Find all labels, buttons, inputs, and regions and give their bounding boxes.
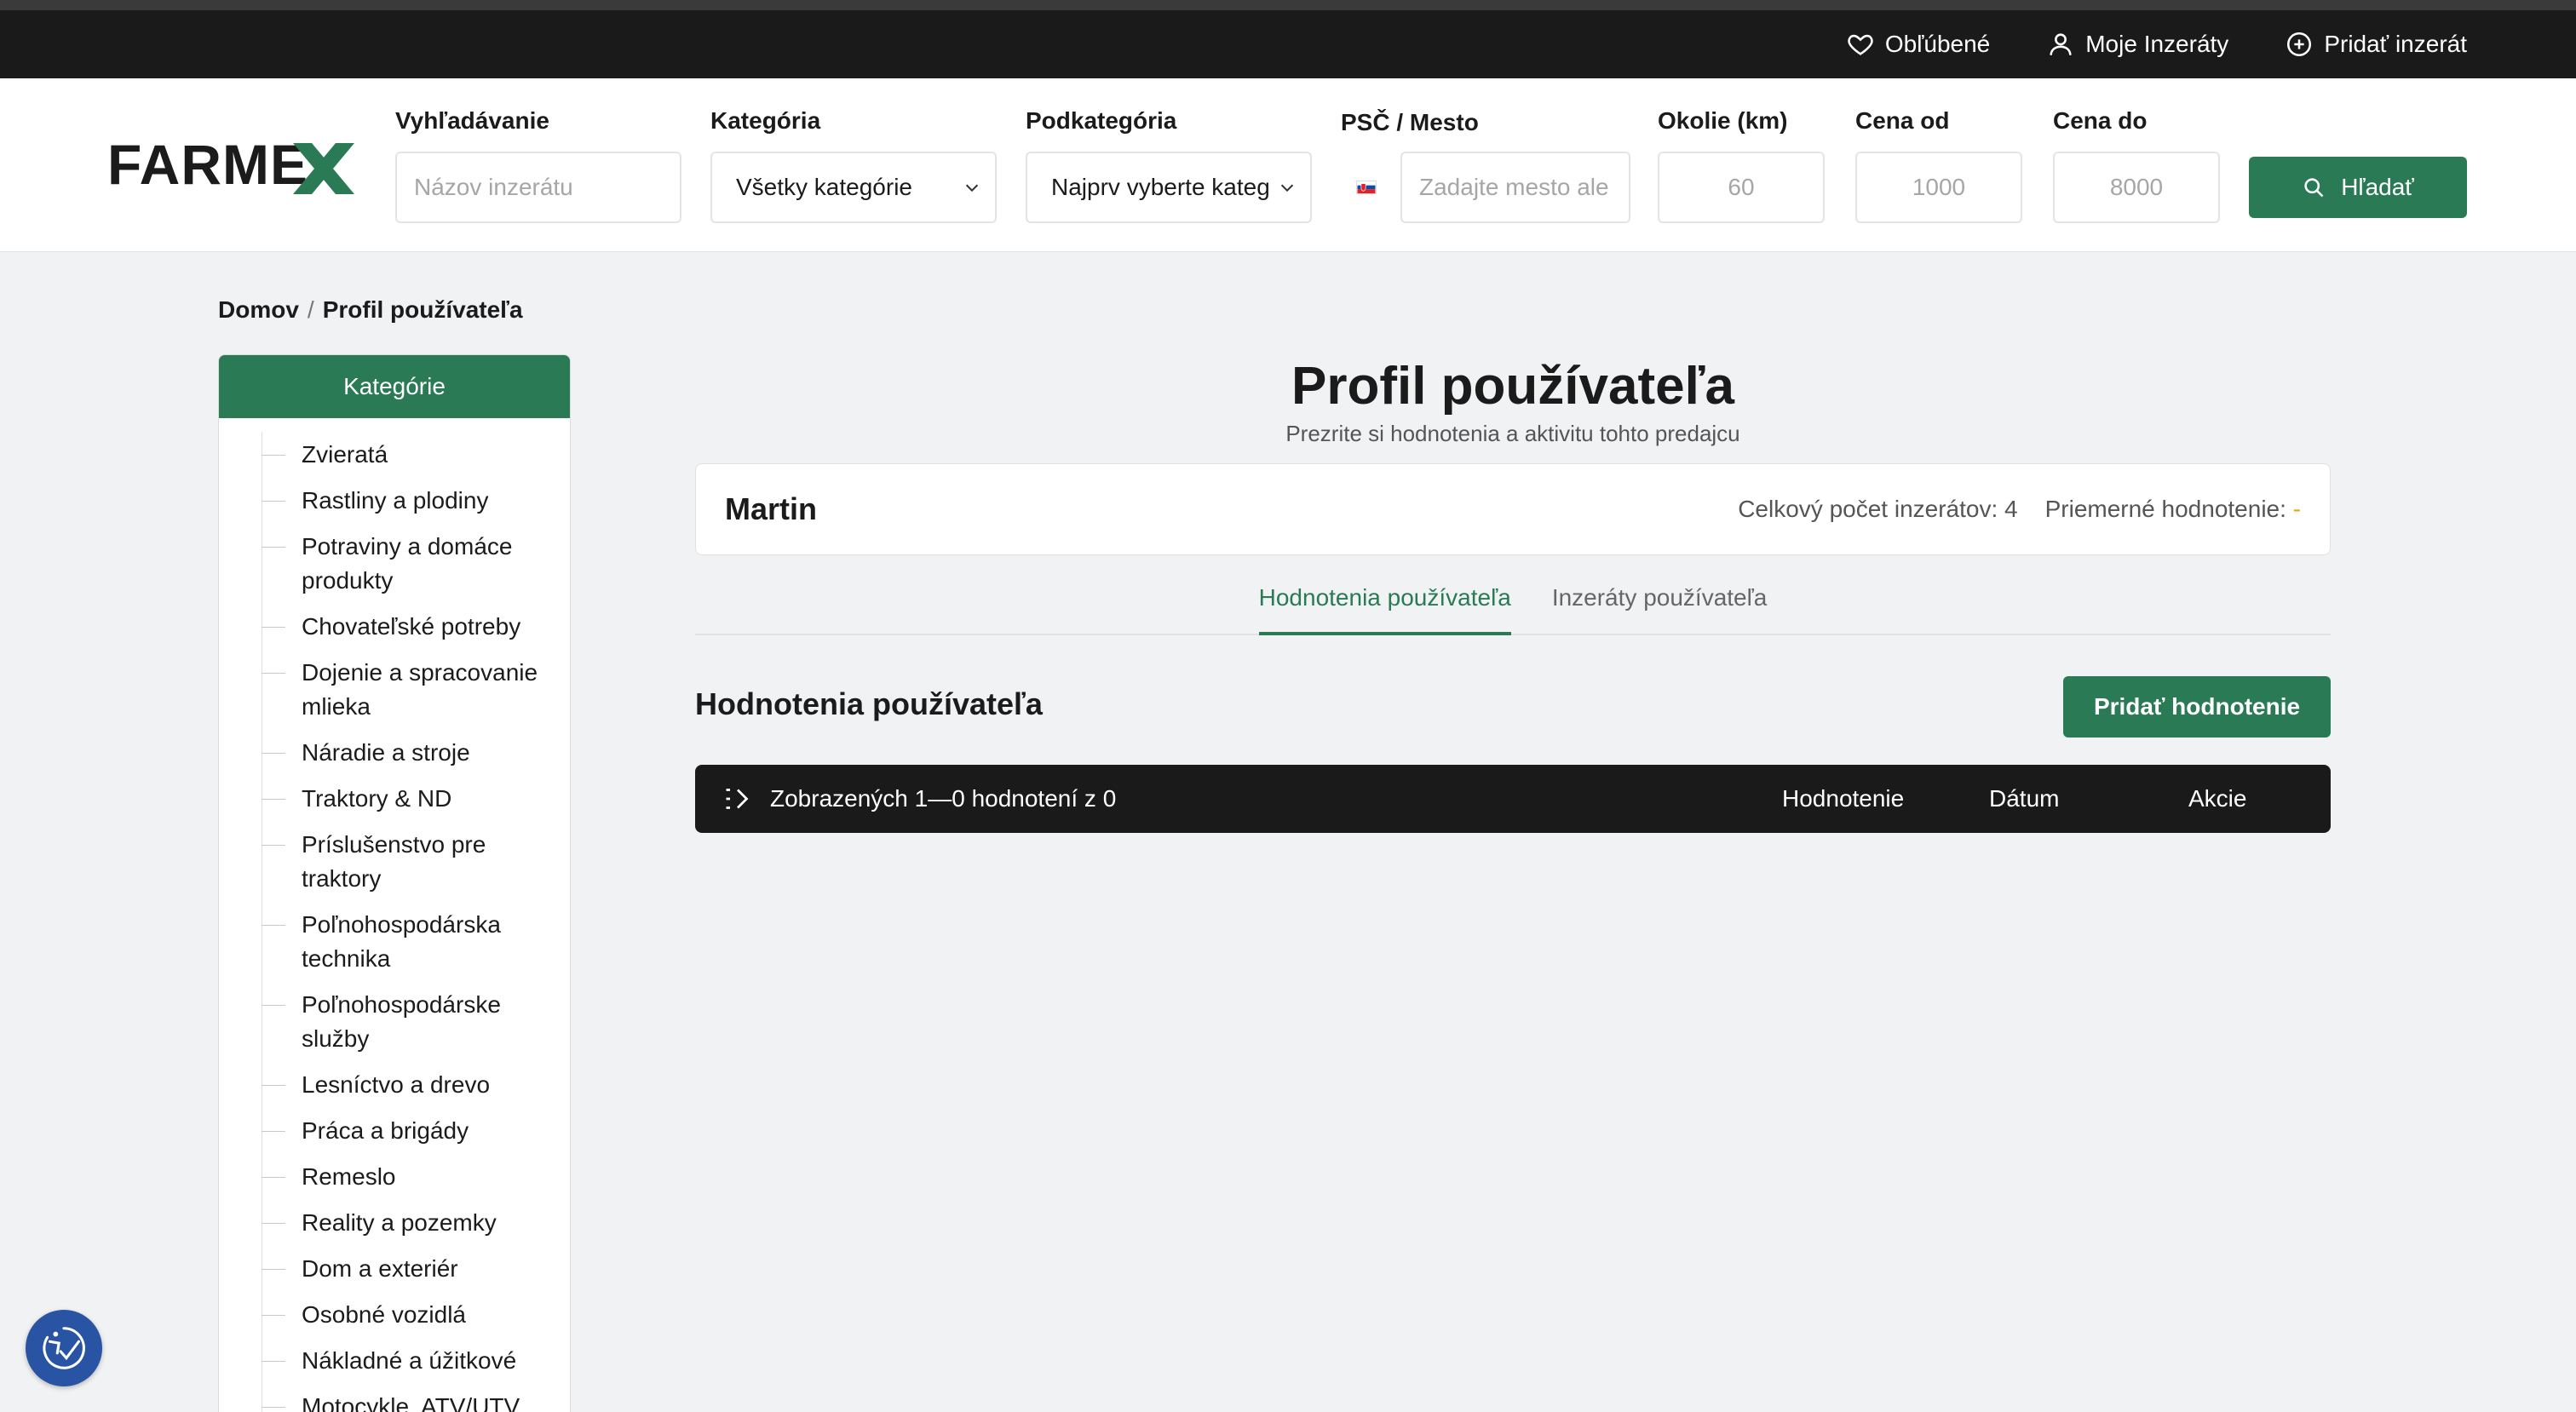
- reviews-section-title: Hodnotenia používateľa: [695, 686, 1043, 721]
- category-item[interactable]: Potraviny a domáce produkty: [219, 524, 570, 604]
- user-name: Martin: [725, 491, 817, 526]
- page-subtitle: Prezrite si hodnotenia a aktivitu tohto …: [1285, 421, 1740, 446]
- category-value: Všetky kategórie: [736, 174, 912, 200]
- top-links: Obľúbené Moje Inzeráty Pridať inzerát: [1846, 10, 2467, 78]
- category-item[interactable]: Traktory & ND: [219, 776, 570, 822]
- category-item[interactable]: Poľnohospodárske služby: [219, 982, 570, 1062]
- category-item[interactable]: Reality a pozemky: [219, 1200, 570, 1246]
- category-sidebar: Kategórie Zvieratá Rastliny a plodiny Po…: [218, 354, 571, 1412]
- price-to-input[interactable]: 8000: [2053, 152, 2220, 223]
- chevron-down-icon: [1280, 184, 1294, 192]
- radius-label: Okolie (km): [1658, 107, 1788, 134]
- window-top-strip: [0, 0, 2576, 10]
- my-listings-label: Moje Inzeráty: [2085, 31, 2229, 57]
- price-from-placeholder: 1000: [1912, 174, 1966, 200]
- breadcrumb-separator: /: [307, 296, 314, 323]
- price-from-label: Cena od: [1855, 107, 1950, 134]
- category-item[interactable]: Lesníctvo a drevo: [219, 1062, 570, 1108]
- reviews-summary: Zobrazených 1—0 hodnotení z 0: [722, 765, 1116, 833]
- average-rating-label: Priemerné hodnotenie:: [2044, 496, 2286, 522]
- query-placeholder: Názov inzerátu: [414, 174, 573, 200]
- user-summary-card: Martin Celkový počet inzerátov: 4 Prieme…: [695, 463, 2331, 555]
- radius-input[interactable]: 60: [1658, 152, 1825, 223]
- profile-tabs: Hodnotenia používateľa Inzeráty používat…: [695, 572, 2331, 635]
- subcategory-select[interactable]: Najprv vyberte kateg: [1026, 152, 1312, 223]
- category-item[interactable]: Zvieratá: [219, 432, 570, 478]
- breadcrumb-current: Profil používateľa: [322, 296, 523, 323]
- search-button[interactable]: Hľadať: [2249, 157, 2467, 218]
- price-to-label: Cena do: [2053, 107, 2148, 134]
- user-stats: Celkový počet inzerátov: 4 Priemerné hod…: [1738, 496, 2301, 523]
- average-rating: Priemerné hodnotenie: -: [2045, 496, 2301, 523]
- category-item[interactable]: Motocykle, ATV/UTV: [219, 1384, 570, 1412]
- category-list: Zvieratá Rastliny a plodiny Potraviny a …: [219, 418, 570, 1412]
- farmex-logo[interactable]: FARME: [107, 131, 354, 199]
- breadcrumb-home[interactable]: Domov: [218, 296, 299, 324]
- heart-icon: [1848, 34, 1873, 55]
- tab-user-listings[interactable]: Inzeráty používateľa: [1552, 572, 1768, 635]
- chevron-down-icon: [965, 184, 979, 192]
- page-title: Profil používateľa: [1291, 357, 1734, 416]
- svg-text:FARME: FARME: [107, 133, 308, 196]
- radius-placeholder: 60: [1728, 174, 1755, 200]
- category-item[interactable]: Dojenie a spracovanie mlieka: [219, 650, 570, 730]
- category-item[interactable]: Príslušenstvo pre traktory: [219, 822, 570, 902]
- category-label: Kategória: [710, 107, 821, 134]
- location-label: PSČ / Mesto: [1341, 109, 1479, 135]
- category-item[interactable]: Poľnohospodárska technika: [219, 902, 570, 982]
- list-toggle-icon[interactable]: [722, 783, 753, 814]
- accessibility-button[interactable]: [26, 1310, 102, 1386]
- reviews-table-header: Zobrazených 1—0 hodnotení z 0 Hodnotenie…: [695, 765, 2331, 833]
- subcategory-label: Podkategória: [1026, 107, 1177, 134]
- category-item[interactable]: Dom a exteriér: [219, 1246, 570, 1292]
- reviews-count-text: Zobrazených 1—0 hodnotení z 0: [770, 785, 1117, 812]
- price-to-placeholder: 8000: [2109, 174, 2164, 200]
- column-rating[interactable]: Hodnotenie: [1782, 765, 1904, 833]
- search-icon: [2304, 178, 2324, 198]
- category-item[interactable]: Nákladné a úžitkové: [219, 1338, 570, 1384]
- category-item[interactable]: Práca a brigády: [219, 1108, 570, 1154]
- my-listings-link[interactable]: Moje Inzeráty: [2046, 30, 2228, 59]
- listings-count: Celkový počet inzerátov: 4: [1738, 496, 2018, 522]
- add-review-button[interactable]: Pridať hodnotenie: [2063, 676, 2331, 738]
- price-from-input[interactable]: 1000: [1855, 152, 2022, 223]
- location-placeholder: Zadajte mesto ale: [1419, 174, 1609, 200]
- top-bar: Obľúbené Moje Inzeráty Pridať inzerát: [0, 10, 2576, 78]
- tab-user-reviews[interactable]: Hodnotenia používateľa: [1258, 572, 1511, 635]
- favorites-label: Obľúbené: [1884, 31, 1991, 57]
- accessibility-check-icon: [43, 1327, 85, 1369]
- column-actions: Akcie: [2188, 785, 2247, 812]
- subcategory-value: Najprv vyberte kateg: [1051, 174, 1270, 200]
- location-input[interactable]: Zadajte mesto ale: [1400, 152, 1630, 223]
- category-select[interactable]: Všetky kategórie: [710, 152, 997, 223]
- add-listing-link[interactable]: Pridať inzerát: [2285, 30, 2467, 59]
- plus-circle-icon: [2287, 32, 2312, 57]
- slovakia-flag-icon[interactable]: [1356, 181, 1377, 194]
- category-item[interactable]: Chovateľské potreby: [219, 604, 570, 650]
- search-button-label: Hľadať: [2341, 174, 2414, 200]
- favorites-link[interactable]: Obľúbené: [1846, 30, 1990, 59]
- user-icon: [2050, 33, 2072, 55]
- column-date[interactable]: Dátum: [1989, 765, 2059, 833]
- breadcrumb: Domov / Profil používateľa: [218, 296, 523, 324]
- add-listing-label: Pridať inzerát: [2324, 31, 2467, 57]
- search-header: FARME Vyhľadávanie Názov inzerátu Kategó…: [0, 78, 2576, 252]
- sidebar-title: Kategórie: [219, 355, 570, 418]
- category-item[interactable]: Rastliny a plodiny: [219, 478, 570, 524]
- category-item[interactable]: Osobné vozidlá: [219, 1292, 570, 1338]
- category-item[interactable]: Remeslo: [219, 1154, 570, 1200]
- query-input[interactable]: Názov inzerátu: [395, 152, 681, 223]
- category-item[interactable]: Náradie a stroje: [219, 730, 570, 776]
- average-rating-value: -: [2292, 496, 2301, 522]
- query-label: Vyhľadávanie: [395, 107, 549, 134]
